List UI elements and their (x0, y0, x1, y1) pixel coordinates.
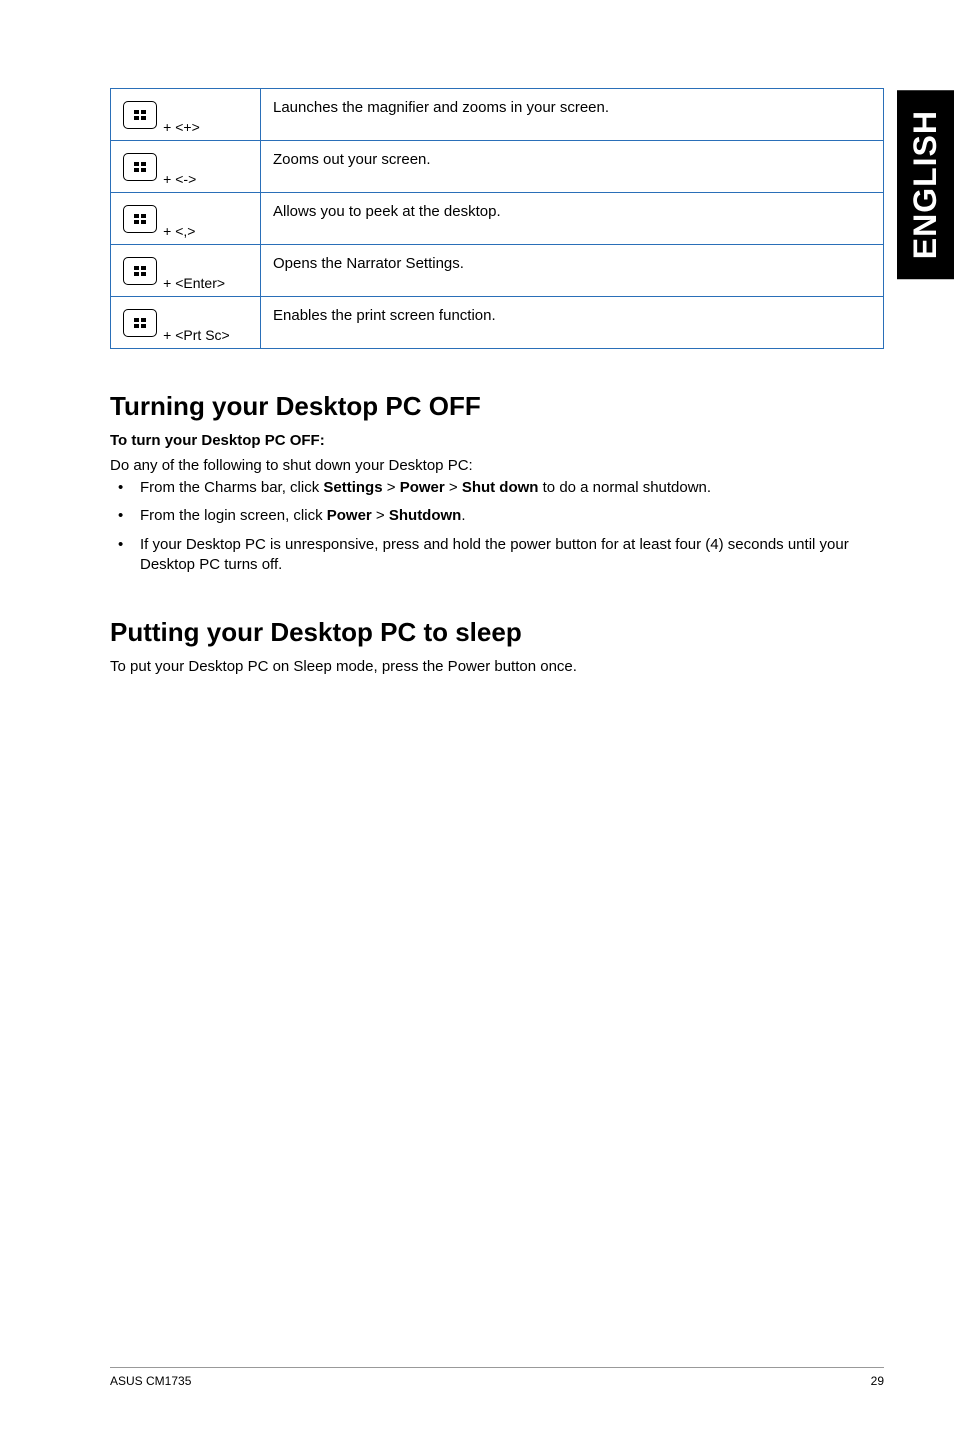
shortcut-desc: Launches the magnifier and zooms in your… (261, 89, 884, 141)
bullet-text: If your Desktop PC is unresponsive, pres… (140, 536, 849, 573)
bullet-sep: > (383, 479, 400, 496)
bullet-bold: Shut down (462, 479, 539, 496)
table-row: + <Prt Sc> Enables the print screen func… (111, 297, 884, 349)
bullet-text: . (461, 507, 465, 524)
table-row: + <-> Zooms out your screen. (111, 141, 884, 193)
windows-key-icon (123, 257, 157, 285)
page-footer: ASUS CM1735 29 (110, 1367, 884, 1388)
key-suffix: + <-> (163, 171, 196, 187)
section-subheading: To turn your Desktop PC OFF: (110, 432, 884, 449)
table-row: + <Enter> Opens the Narrator Settings. (111, 245, 884, 297)
key-suffix: + <+> (163, 119, 200, 135)
shortcut-desc: Opens the Narrator Settings. (261, 245, 884, 297)
bullet-list: From the Charms bar, click Settings > Po… (110, 478, 884, 575)
section-heading-off: Turning your Desktop PC OFF (110, 391, 884, 422)
bullet-sep: > (445, 479, 462, 496)
shortcut-table: + <+> Launches the magnifier and zooms i… (110, 88, 884, 349)
footer-page-number: 29 (871, 1374, 884, 1388)
table-row: + <,> Allows you to peek at the desktop. (111, 193, 884, 245)
shortcut-desc: Zooms out your screen. (261, 141, 884, 193)
windows-key-icon (123, 153, 157, 181)
list-item: From the login screen, click Power > Shu… (110, 506, 884, 526)
section-intro: Do any of the following to shut down you… (110, 457, 884, 474)
shortcut-key-cell: + <+> (111, 89, 261, 141)
section-text: To put your Desktop PC on Sleep mode, pr… (110, 658, 884, 675)
list-item: From the Charms bar, click Settings > Po… (110, 478, 884, 498)
page-content: + <+> Launches the magnifier and zooms i… (0, 0, 954, 675)
bullet-bold: Power (327, 507, 372, 524)
bullet-text: From the login screen, click (140, 507, 327, 524)
bullet-bold: Settings (323, 479, 382, 496)
shortcut-key-cell: + <Enter> (111, 245, 261, 297)
windows-key-icon (123, 205, 157, 233)
footer-left: ASUS CM1735 (110, 1374, 191, 1388)
windows-key-icon (123, 101, 157, 129)
bullet-text: to do a normal shutdown. (538, 479, 711, 496)
table-row: + <+> Launches the magnifier and zooms i… (111, 89, 884, 141)
list-item: If your Desktop PC is unresponsive, pres… (110, 535, 884, 576)
shortcut-key-cell: + <,> (111, 193, 261, 245)
section-heading-sleep: Putting your Desktop PC to sleep (110, 617, 884, 648)
windows-key-icon (123, 309, 157, 337)
bullet-bold: Shutdown (389, 507, 461, 524)
shortcut-key-cell: + <Prt Sc> (111, 297, 261, 349)
key-suffix: + <Enter> (163, 275, 225, 291)
shortcut-key-cell: + <-> (111, 141, 261, 193)
key-suffix: + <Prt Sc> (163, 327, 230, 343)
language-tab: ENGLISH (897, 90, 954, 279)
bullet-bold: Power (400, 479, 445, 496)
shortcut-desc: Enables the print screen function. (261, 297, 884, 349)
key-suffix: + <,> (163, 223, 195, 239)
bullet-text: From the Charms bar, click (140, 479, 323, 496)
shortcut-desc: Allows you to peek at the desktop. (261, 193, 884, 245)
bullet-sep: > (372, 507, 389, 524)
